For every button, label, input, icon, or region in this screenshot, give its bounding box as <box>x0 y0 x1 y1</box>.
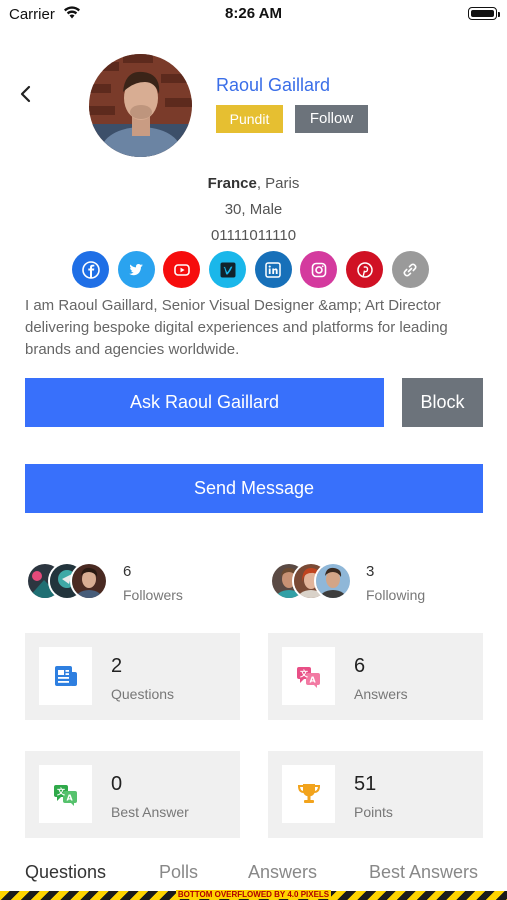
best-answer-label: Best Answer <box>111 804 189 820</box>
city-label: , Paris <box>256 175 300 192</box>
questions-label: Questions <box>111 686 175 702</box>
pundit-badge: Pundit <box>216 105 283 133</box>
profile-bio: I am Raoul Gaillard, Senior Visual Desig… <box>25 297 448 358</box>
battery-icon <box>468 7 500 20</box>
facebook-icon[interactable] <box>72 251 109 288</box>
svg-text:文: 文 <box>300 669 309 679</box>
tab-polls[interactable]: Polls <box>159 862 198 883</box>
phone-label: 01111011110 <box>210 227 297 244</box>
questions-count: 2 <box>111 655 123 677</box>
linkedin-icon[interactable] <box>254 251 292 288</box>
following-avatars[interactable] <box>270 562 360 602</box>
profile-name[interactable]: Raoul Gaillard <box>216 75 330 96</box>
profile-avatar[interactable] <box>89 54 192 157</box>
status-bar: Carrier 8:26 AM <box>0 0 507 30</box>
best-answer-stat-card[interactable]: 文A 0 Best Answer <box>25 751 240 838</box>
follow-button[interactable]: Follow <box>295 105 368 133</box>
points-count: 51 <box>354 773 377 795</box>
questions-stat-card[interactable]: 2 Questions <box>25 633 240 720</box>
answers-stat-card[interactable]: 文A 6 Answers <box>268 633 483 720</box>
svg-text:A: A <box>309 676 316 685</box>
answers-count: 6 <box>354 655 366 677</box>
content-tabs: Questions Polls Answers Best Answers <box>0 862 507 888</box>
tab-best-answers[interactable]: Best Answers <box>369 862 478 883</box>
age-gender-label: 30, Male <box>224 201 283 218</box>
points-label: Points <box>354 804 393 820</box>
location-line: France, Paris <box>0 175 507 192</box>
followers-count: 6 <box>123 563 132 580</box>
clock: 8:26 AM <box>225 5 282 22</box>
social-links <box>72 251 429 288</box>
overflow-warning-text: BOTTOM OVERFLOWED BY 4.0 PIXELS <box>175 890 332 899</box>
answers-label: Answers <box>354 686 408 702</box>
pinterest-icon[interactable] <box>346 251 384 288</box>
best-answer-count: 0 <box>111 773 123 795</box>
back-chevron-icon[interactable] <box>18 84 34 104</box>
tab-questions[interactable]: Questions <box>25 862 106 883</box>
send-message-button[interactable]: Send Message <box>25 464 483 513</box>
following-label[interactable]: Following <box>366 587 425 603</box>
svg-text:文: 文 <box>57 787 66 797</box>
country-label: France <box>207 175 257 192</box>
follower-avatar <box>70 562 108 600</box>
following-avatar <box>314 562 352 600</box>
following-count: 3 <box>366 563 375 580</box>
followers-label[interactable]: Followers <box>123 587 183 603</box>
svg-text:A: A <box>66 794 73 803</box>
instagram-icon[interactable] <box>300 251 338 288</box>
vimeo-icon[interactable] <box>209 251 247 288</box>
link-icon[interactable] <box>391 251 429 288</box>
questions-icon <box>39 647 92 705</box>
best-answer-icon: 文A <box>39 765 92 823</box>
block-button[interactable]: Block <box>402 378 483 427</box>
answers-icon: 文A <box>282 647 335 705</box>
ask-question-button[interactable]: Ask Raoul Gaillard <box>25 378 384 427</box>
followers-avatars[interactable] <box>26 562 116 602</box>
points-stat-card[interactable]: 51 Points <box>268 751 483 838</box>
trophy-icon <box>282 765 335 823</box>
overflow-warning-banner: BOTTOM OVERFLOWED BY 4.0 PIXELS <box>0 890 507 900</box>
tab-answers[interactable]: Answers <box>248 862 317 883</box>
youtube-icon[interactable] <box>163 251 201 288</box>
twitter-icon[interactable] <box>117 251 155 288</box>
